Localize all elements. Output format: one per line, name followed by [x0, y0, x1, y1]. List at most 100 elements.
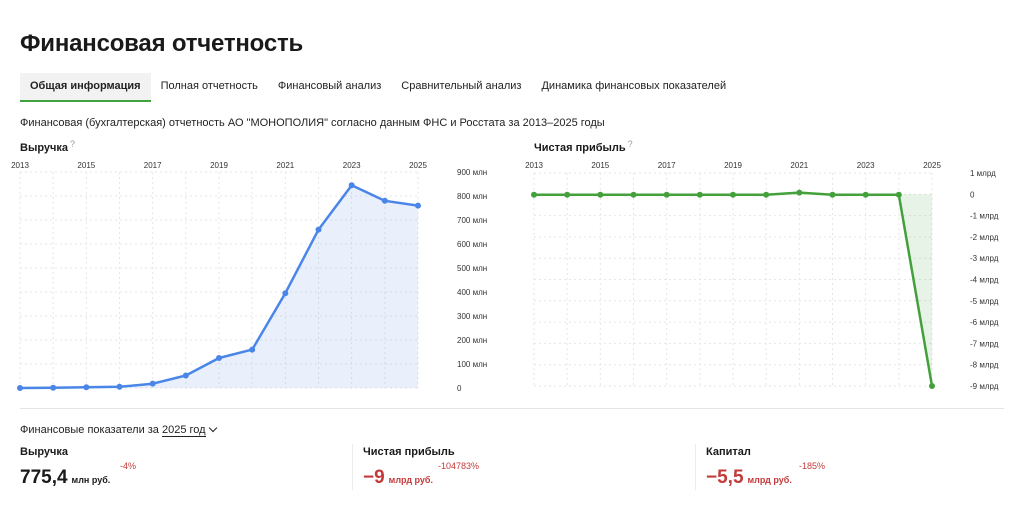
metric-label: Капитал	[706, 446, 751, 458]
revenue-x-tick-label: 2019	[210, 161, 228, 170]
profit-y-tick-label: -4 млрд	[970, 276, 999, 285]
profit-chart: 1 млрд 0 -1 млрд -2 млрд -3 млрд -4 млрд -5 мл…	[525, 161, 999, 391]
revenue-y-tick-label: 600 млн	[457, 240, 487, 249]
revenue-data-point	[216, 355, 222, 361]
metric-revenue: Выручка 775,4 млн руб. -4%	[20, 446, 136, 488]
revenue-data-point	[17, 385, 23, 391]
metric-change: -4%	[120, 461, 137, 471]
profit-x-tick-label: 2017	[658, 161, 676, 170]
profit-data-point	[564, 191, 571, 198]
revenue-data-point	[348, 182, 355, 189]
revenue-data-point	[149, 380, 156, 387]
profit-y-tick-label: -3 млрд	[970, 254, 999, 263]
revenue-data-point	[315, 226, 322, 233]
tab-indicator-dynamics[interactable]: Динамика финансовых показателей	[531, 73, 736, 102]
profit-x-tick-label: 2019	[724, 161, 742, 170]
profit-chart-title-text: Чистая прибыль	[534, 142, 626, 154]
profit-y-tick-label: 0	[970, 190, 975, 199]
profit-data-point	[630, 191, 637, 198]
profit-y-tick-label: -6 млрд	[970, 318, 999, 327]
revenue-x-tick-label: 2023	[343, 161, 361, 170]
revenue-data-point	[381, 197, 388, 204]
profit-x-tick-label: 2015	[591, 161, 609, 170]
profit-x-tick-label: 2021	[790, 161, 808, 170]
profit-y-tick-label: -7 млрд	[970, 339, 999, 348]
profit-data-point	[829, 191, 836, 198]
metric-capital: Капитал −5,5 млрд руб. -185%	[706, 446, 825, 488]
metric-label: Выручка	[20, 446, 69, 458]
tab-bar: Общая информация Полная отчетность Финан…	[20, 73, 1004, 102]
revenue-x-tick-label: 2013	[11, 161, 29, 170]
revenue-chart: 900 млн 800 млн 700 млн 600 млн 500 млн 400 м…	[11, 161, 487, 393]
profit-data-point	[763, 191, 770, 198]
metric-value: 775,4 млн руб.	[20, 467, 110, 489]
revenue-data-point	[415, 202, 421, 209]
revenue-data-point	[116, 383, 123, 390]
period-year-dropdown[interactable]: 2025 год	[162, 424, 206, 437]
tab-comparative-analysis[interactable]: Сравнительный анализ	[391, 73, 531, 102]
profit-y-tick-label: -5 млрд	[970, 297, 999, 306]
profit-x-tick-label: 2013	[525, 161, 543, 170]
profit-y-tick-label: -2 млрд	[970, 233, 999, 242]
revenue-data-point	[282, 290, 289, 297]
revenue-y-tick-label: 700 млн	[457, 216, 487, 225]
profit-y-tick-label: -1 млрд	[970, 212, 999, 221]
help-icon[interactable]: ?	[70, 139, 75, 149]
revenue-x-tick-label: 2021	[276, 161, 294, 170]
profit-data-point	[862, 191, 869, 198]
revenue-data-point	[182, 372, 189, 379]
profit-y-tick-label: 1 млрд	[970, 169, 996, 178]
metric-value: −5,5 млрд руб.	[706, 467, 792, 489]
metric-value: −9 млрд руб.	[363, 467, 433, 489]
metric-separator	[352, 444, 353, 490]
chevron-down-icon[interactable]	[208, 423, 217, 433]
revenue-y-tick-label: 500 млн	[457, 264, 487, 273]
profit-y-tick-label: -9 млрд	[970, 382, 999, 391]
help-icon[interactable]: ?	[628, 139, 633, 149]
section-divider	[20, 408, 1004, 409]
profit-chart-title: Чистая прибыль?	[534, 139, 633, 154]
profit-data-point	[597, 191, 604, 198]
page-title: Финансовая отчетность	[20, 30, 304, 57]
revenue-y-tick-label: 400 млн	[457, 288, 487, 297]
profit-data-point	[696, 191, 703, 198]
profit-data-point	[730, 191, 736, 198]
metric-number: 775,4	[20, 467, 68, 488]
profit-x-tick-label: 2023	[857, 161, 875, 170]
metric-label: Чистая прибыль	[363, 446, 455, 458]
tab-financial-analysis[interactable]: Финансовый анализ	[268, 73, 391, 102]
profit-y-tick-label: -8 млрд	[970, 361, 999, 370]
revenue-chart-title: Выручка?	[20, 139, 75, 154]
revenue-x-tick-label: 2025	[409, 161, 427, 170]
metric-number: −9	[363, 467, 385, 488]
profit-data-point	[796, 189, 803, 196]
metric-separator	[695, 444, 696, 490]
metric-number: −5,5	[706, 467, 744, 488]
profit-data-point	[531, 191, 537, 198]
metric-change: -104783%	[438, 461, 480, 471]
metric-net-profit: Чистая прибыль −9 млрд руб. -104783%	[363, 446, 479, 488]
report-subtitle: Финансовая (бухгалтерская) отчетность АО…	[20, 117, 605, 129]
revenue-y-tick-label: 200 млн	[457, 336, 487, 345]
revenue-y-tick-label: 300 млн	[457, 312, 487, 321]
period-label: Финансовые показатели за	[20, 424, 159, 436]
profit-x-tick-label: 2025	[923, 161, 941, 170]
revenue-y-tick-label: 100 млн	[457, 360, 487, 369]
profit-data-point	[895, 191, 902, 198]
revenue-data-point	[50, 384, 57, 391]
revenue-data-point	[83, 384, 90, 391]
tab-general-info[interactable]: Общая информация	[20, 73, 151, 102]
revenue-y-tick-label: 0	[457, 384, 462, 393]
tab-full-report[interactable]: Полная отчетность	[151, 73, 268, 102]
profit-data-point	[929, 383, 935, 389]
profit-data-point	[663, 191, 670, 198]
revenue-data-point	[249, 346, 256, 353]
revenue-x-tick-label: 2017	[144, 161, 162, 170]
metric-change: -185%	[799, 461, 826, 471]
period-selector[interactable]: Финансовые показатели за 2025 год	[20, 423, 217, 437]
revenue-chart-title-text: Выручка	[20, 142, 69, 154]
revenue-x-tick-label: 2015	[77, 161, 95, 170]
metric-unit: млрд руб.	[747, 475, 792, 485]
revenue-y-tick-label: 800 млн	[457, 192, 487, 201]
metric-unit: млрд руб.	[388, 475, 433, 485]
